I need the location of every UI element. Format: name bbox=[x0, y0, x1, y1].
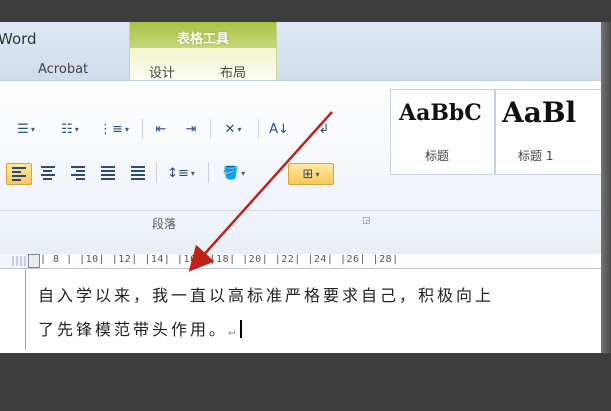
document-line-2[interactable]: 了先锋模范带头作用。↵ bbox=[38, 316, 243, 340]
tab-layout[interactable]: 布局 bbox=[220, 62, 246, 81]
align-center-icon bbox=[41, 164, 55, 182]
screenshot-frame: Word Acrobat 表格工具 设计 布局 ☰ ▾ ☷ ▾ ⋮≡ ▾ ⇤ ⇥… bbox=[0, 0, 611, 411]
sort-az-icon: A↓ bbox=[269, 121, 289, 137]
style-heading-1[interactable]: AaBl 标题 1 bbox=[495, 89, 601, 175]
word-window: Word Acrobat 表格工具 设计 布局 ☰ ▾ ☷ ▾ ⋮≡ ▾ ⇤ ⇥… bbox=[0, 22, 601, 353]
numbering-icon: ☷ bbox=[61, 121, 73, 137]
app-title: Word bbox=[0, 30, 37, 48]
justify-icon bbox=[101, 164, 115, 182]
sort-button[interactable]: A↓ bbox=[264, 119, 294, 139]
multilevel-list-button[interactable]: ⋮≡ ▾ bbox=[94, 119, 134, 139]
ribbon-group-label-bar: 段落 ◲ bbox=[0, 210, 601, 233]
line-spacing-button[interactable]: ↕≡ ▾ bbox=[162, 163, 200, 183]
style-label: 标题 bbox=[425, 149, 450, 163]
dialog-launcher-icon[interactable]: ◲ bbox=[362, 216, 374, 228]
numbering-button[interactable]: ☷ ▾ bbox=[50, 119, 90, 139]
separator bbox=[210, 119, 211, 139]
align-center-button[interactable] bbox=[36, 163, 60, 183]
context-tab-header: 表格工具 bbox=[176, 32, 229, 47]
bottom-dark-margin bbox=[0, 353, 611, 411]
chevron-down-icon: ▾ bbox=[124, 124, 129, 134]
right-dark-margin bbox=[600, 22, 611, 353]
align-left-button[interactable] bbox=[6, 163, 32, 185]
chevron-down-icon: ▾ bbox=[315, 169, 320, 179]
table-left-border bbox=[25, 270, 26, 350]
shading-bucket-icon: 🪣 bbox=[222, 165, 240, 181]
bullets-icon: ☰ bbox=[17, 121, 29, 137]
top-dark-margin bbox=[0, 0, 611, 22]
increase-indent-button[interactable]: ⇥ bbox=[178, 119, 204, 139]
style-preview: AaBbC bbox=[399, 100, 482, 126]
chevron-down-icon: ▾ bbox=[237, 124, 242, 134]
distributed-icon bbox=[131, 164, 145, 182]
paragraph-mark: ↵ bbox=[228, 324, 239, 338]
borders-icon: ⊞ bbox=[302, 166, 314, 182]
align-left-icon bbox=[12, 165, 26, 183]
decrease-indent-icon: ⇤ bbox=[155, 121, 167, 137]
ruler-ticks: | 8 | |10| |12| |14| |16| |18| |20| |22|… bbox=[40, 254, 399, 265]
align-right-button[interactable] bbox=[66, 163, 90, 183]
ruler-tab-selector[interactable] bbox=[12, 256, 26, 266]
paragraph-row-1: ☰ ▾ ☷ ▾ ⋮≡ ▾ ⇤ ⇥ ✕ ▾ A↓ ↲ bbox=[6, 119, 376, 141]
borders-button[interactable]: ⊞ ▾ bbox=[288, 163, 334, 185]
justify-button[interactable] bbox=[96, 163, 120, 183]
document-area[interactable]: 自入学以来，我一直以高标准严格要求自己，积极向上 了先锋模范带头作用。↵ bbox=[0, 270, 601, 350]
pilcrow-icon: ↲ bbox=[318, 121, 330, 137]
style-label: 标题 1 bbox=[518, 149, 554, 163]
horizontal-ruler: | 8 | |10| |12| |14| |16| |18| |20| |22|… bbox=[0, 254, 601, 269]
indent-marker[interactable] bbox=[28, 254, 40, 268]
bullets-button[interactable]: ☰ ▾ bbox=[6, 119, 46, 139]
tab-acrobat[interactable]: Acrobat bbox=[38, 62, 88, 77]
title-and-tabs-strip: Word Acrobat bbox=[0, 22, 601, 80]
document-line-2-text: 了先锋模范带头作用。 bbox=[38, 320, 229, 339]
increase-indent-icon: ⇥ bbox=[185, 121, 197, 137]
show-marks-button[interactable]: ↲ bbox=[312, 119, 336, 139]
document-line-1[interactable]: 自入学以来，我一直以高标准严格要求自己，积极向上 bbox=[38, 282, 494, 306]
paragraph-row-2: ↕≡ ▾ 🪣 ▾ ⊞ ▾ bbox=[6, 163, 376, 187]
multilevel-list-icon: ⋮≡ bbox=[99, 121, 123, 137]
chevron-down-icon: ▾ bbox=[190, 168, 195, 178]
separator bbox=[156, 163, 157, 183]
tab-design[interactable]: 设计 bbox=[149, 62, 175, 81]
separator bbox=[258, 119, 259, 139]
chevron-down-icon: ▾ bbox=[30, 124, 35, 134]
decrease-indent-button[interactable]: ⇤ bbox=[148, 119, 174, 139]
shading-button[interactable]: 🪣 ▾ bbox=[214, 163, 254, 183]
style-preview: AaBl bbox=[502, 96, 577, 129]
distributed-button[interactable] bbox=[126, 163, 150, 183]
align-right-icon bbox=[71, 164, 85, 182]
chinese-layout-button[interactable]: ✕ ▾ bbox=[216, 119, 250, 139]
chinese-layout-icon: ✕ bbox=[224, 121, 236, 137]
separator bbox=[142, 119, 143, 139]
paragraph-group-label: 段落 bbox=[152, 217, 177, 231]
style-heading[interactable]: AaBbC 标题 bbox=[390, 89, 495, 175]
separator bbox=[208, 163, 209, 183]
line-spacing-icon: ↕≡ bbox=[167, 165, 189, 181]
text-cursor bbox=[240, 320, 243, 338]
chevron-down-icon: ▾ bbox=[241, 168, 246, 178]
chevron-down-icon: ▾ bbox=[74, 124, 79, 134]
